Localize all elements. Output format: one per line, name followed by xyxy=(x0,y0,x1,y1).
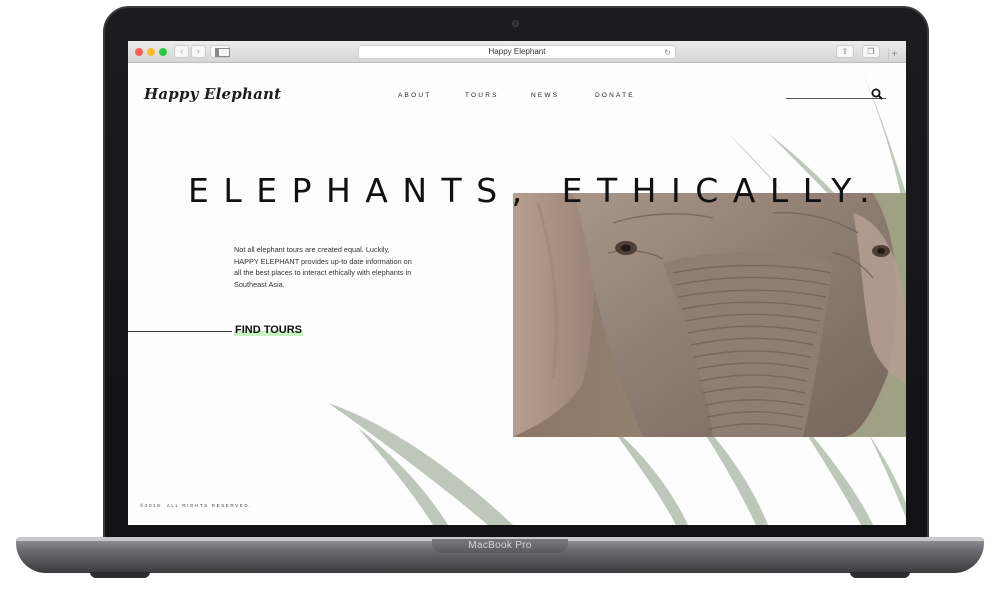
search-icon[interactable] xyxy=(870,87,884,101)
forward-button[interactable]: › xyxy=(191,45,206,58)
address-text: Happy Elephant xyxy=(488,47,546,56)
elephant-photo xyxy=(513,193,906,437)
camera-icon xyxy=(512,20,519,27)
sidebar-toggle-button[interactable] xyxy=(210,45,230,58)
back-button[interactable]: ‹ xyxy=(174,45,189,58)
laptop-foot-right xyxy=(850,572,910,578)
laptop-foot-left xyxy=(90,572,150,578)
address-bar[interactable]: Happy Elephant ↻ xyxy=(358,45,676,59)
web-page: Happy Elephant ABOUT TOURS NEWS DONATE E… xyxy=(128,63,906,525)
nav-donate[interactable]: DONATE xyxy=(595,92,635,99)
minimize-window-button[interactable] xyxy=(147,48,155,56)
reload-icon[interactable]: ↻ xyxy=(664,47,671,59)
hero-headline: ELEPHANTS, ETHICALLY. xyxy=(188,171,885,210)
screen: ‹ › Happy Elephant ↻ ⇪ ❐ + Happy Elephan… xyxy=(128,41,906,525)
nav-tours[interactable]: TOURS xyxy=(465,92,499,99)
new-tab-button[interactable]: + xyxy=(888,48,900,62)
show-tabs-button[interactable]: ❐ xyxy=(862,45,880,58)
zoom-window-button[interactable] xyxy=(159,48,167,56)
laptop-model-label: MacBook Pro xyxy=(468,540,532,551)
browser-toolbar: ‹ › Happy Elephant ↻ ⇪ ❐ + xyxy=(128,41,906,63)
find-tours-link[interactable]: FIND TOURS xyxy=(234,324,304,336)
cta-divider xyxy=(128,331,232,332)
close-window-button[interactable] xyxy=(135,48,143,56)
site-logo[interactable]: Happy Elephant xyxy=(144,85,281,103)
copyright-text: ©2018. ALL RIGHTS RESERVED. xyxy=(140,503,253,508)
share-button[interactable]: ⇪ xyxy=(836,45,854,58)
nav-about[interactable]: ABOUT xyxy=(398,92,431,99)
hero-intro-text: Not all elephant tours are created equal… xyxy=(234,245,412,289)
nav-news[interactable]: NEWS xyxy=(531,92,559,99)
